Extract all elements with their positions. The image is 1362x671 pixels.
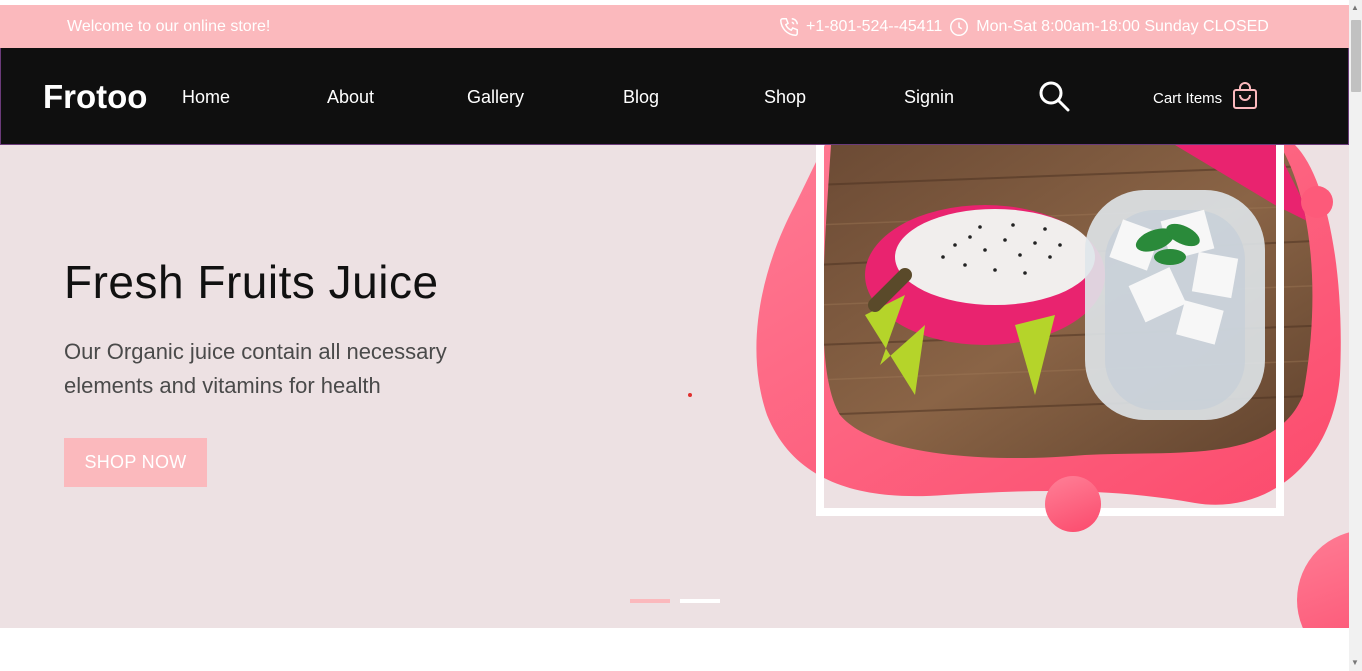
nav-item-blog[interactable]: Blog <box>623 87 659 108</box>
decorative-circle-medium <box>1045 476 1101 532</box>
slide-indicator-2[interactable] <box>680 599 720 603</box>
welcome-message: Welcome to our online store! <box>67 18 271 35</box>
hero-slider: Fresh Fruits Juice Our Organic juice con… <box>0 145 1349 628</box>
hero-description: Our Organic juice contain all necessary … <box>64 339 447 398</box>
decorative-circle-large <box>1297 530 1349 628</box>
opening-hours: Mon-Sat 8:00am-18:00 Sunday CLOSED <box>976 18 1269 35</box>
scroll-down-arrow-icon[interactable]: ▼ <box>1351 658 1359 667</box>
shop-now-button[interactable]: SHOP NOW <box>64 438 207 487</box>
shopping-bag-icon <box>1232 82 1258 114</box>
decorative-dot <box>688 393 692 397</box>
nav-item-gallery[interactable]: Gallery <box>467 87 524 108</box>
scrollbar-thumb[interactable] <box>1351 20 1361 92</box>
phone-number[interactable]: +1-801-524--45411 <box>806 18 942 36</box>
scrollbar[interactable] <box>1349 0 1362 671</box>
nav-item-about[interactable]: About <box>327 87 374 108</box>
scroll-up-arrow-icon[interactable]: ▲ <box>1351 3 1359 12</box>
decorative-circle-small <box>1301 186 1333 218</box>
main-navbar: Frotoo Home About Gallery Blog Shop Sign… <box>0 48 1349 145</box>
phone-icon <box>778 16 800 38</box>
search-icon[interactable] <box>1038 80 1070 117</box>
contact-info: +1-801-524--45411 Mon-Sat 8:00am-18:00 S… <box>778 16 1269 38</box>
slide-indicator-1[interactable] <box>630 599 670 603</box>
site-logo[interactable]: Frotoo <box>43 78 147 116</box>
cart-button[interactable]: Cart Items <box>1153 82 1258 114</box>
nav-item-shop[interactable]: Shop <box>764 87 806 108</box>
nav-item-home[interactable]: Home <box>182 87 230 108</box>
clock-icon <box>948 16 970 38</box>
top-info-bar: Welcome to our online store! +1-801-524-… <box>0 5 1349 48</box>
hero-title: Fresh Fruits Juice <box>64 256 439 308</box>
cart-label: Cart Items <box>1153 89 1223 107</box>
nav-item-signin[interactable]: Signin <box>904 87 954 108</box>
dragon-fruit-juice-image <box>755 145 1345 540</box>
